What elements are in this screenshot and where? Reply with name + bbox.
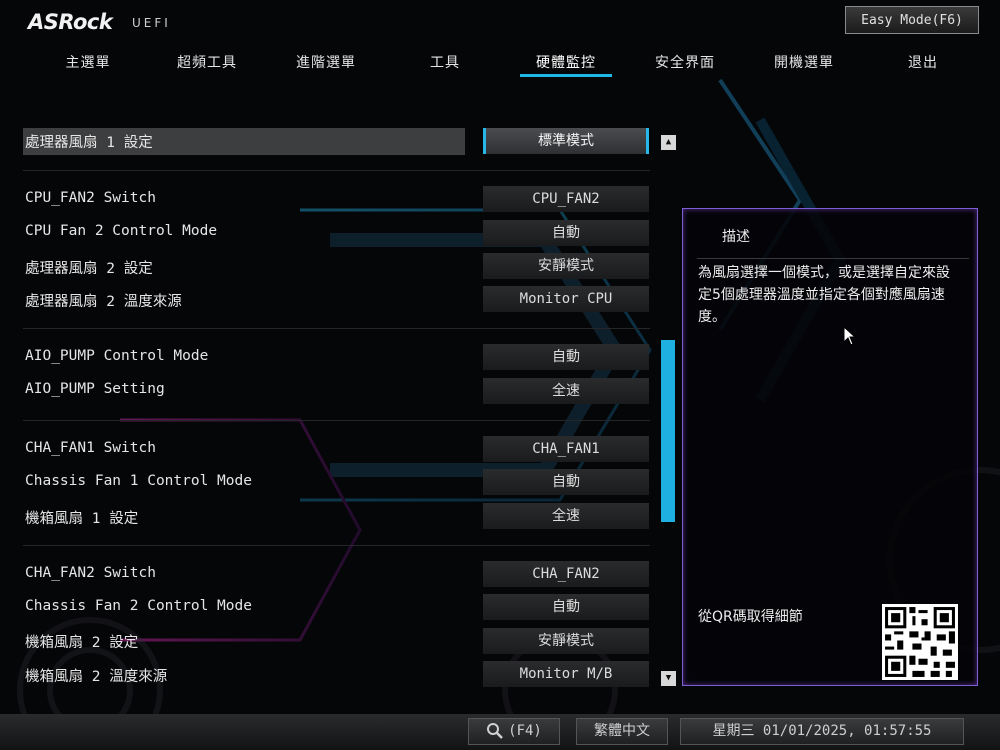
language-button[interactable]: 繁體中文 [576,718,668,745]
tab-advanced[interactable]: 進階選單 [296,52,356,72]
setting-value[interactable]: 自動 [483,220,649,246]
setting-label[interactable]: 機箱風扇 2 設定 [25,631,138,652]
setting-value-selected[interactable]: 標準模式 [483,128,649,154]
setting-value[interactable]: 安靜模式 [483,253,649,279]
setting-label[interactable]: CHA_FAN1 Switch [25,440,156,456]
setting-label[interactable]: 處理器風扇 1 設定 [25,131,153,152]
qr-code-icon [882,604,958,680]
tab-boot[interactable]: 開機選單 [774,52,834,72]
setting-label[interactable]: 處理器風扇 2 設定 [25,257,153,278]
setting-value[interactable]: CHA_FAN1 [483,436,649,462]
setting-value[interactable]: 自動 [483,344,649,370]
search-icon [487,723,504,739]
easy-mode-button[interactable]: Easy Mode(F6) [845,6,979,34]
mouse-pointer-icon [843,326,857,346]
setting-label[interactable]: Chassis Fan 1 Control Mode [25,473,252,489]
setting-value[interactable]: Monitor M/B [483,661,649,687]
description-text: 為風扇選擇一個模式，或是選擇自定來設定5個處理器溫度並指定各個對應風扇速度。 [698,265,950,325]
datetime-display: 星期三 01/01/2025, 01:57:55 [680,718,964,745]
uefi-label: UEFI [132,16,171,30]
chevron-up-icon[interactable]: ▲ [661,135,676,150]
active-tab-indicator [520,74,612,77]
setting-label[interactable]: 機箱風扇 2 溫度來源 [25,665,167,686]
setting-value[interactable]: CPU_FAN2 [483,186,649,212]
setting-label[interactable]: CPU Fan 2 Control Mode [25,223,217,239]
setting-label[interactable]: 機箱風扇 1 設定 [25,507,138,528]
setting-value[interactable]: CHA_FAN2 [483,561,649,587]
divider [23,328,650,329]
setting-label[interactable]: CPU_FAN2 Switch [25,190,156,206]
setting-label[interactable]: CHA_FAN2 Switch [25,565,156,581]
setting-label[interactable]: AIO_PUMP Control Mode [25,348,208,364]
scrollbar-thumb[interactable] [661,340,675,522]
tab-oc-tweaker[interactable]: 超頻工具 [177,52,237,72]
setting-value[interactable]: 自動 [483,594,649,620]
search-button[interactable]: (F4) [468,718,560,745]
qr-label: 從QR碼取得細節 [698,609,803,625]
setting-label[interactable]: AIO_PUMP Setting [25,381,165,397]
chevron-down-icon[interactable]: ▼ [661,671,676,686]
search-shortcut: (F4) [508,723,542,739]
tab-tool[interactable]: 工具 [430,52,460,72]
divider [23,545,650,546]
setting-label[interactable]: Chassis Fan 2 Control Mode [25,598,252,614]
divider [23,170,650,171]
setting-value[interactable]: Monitor CPU [483,286,649,312]
setting-value[interactable]: 全速 [483,503,649,529]
setting-value[interactable]: 安靜模式 [483,628,649,654]
tab-hw-monitor[interactable]: 硬體監控 [536,52,596,72]
divider [23,420,650,421]
setting-value[interactable]: 全速 [483,378,649,404]
tab-exit[interactable]: 退出 [908,52,938,72]
tab-security[interactable]: 安全界面 [655,52,715,72]
setting-value[interactable]: 自動 [483,469,649,495]
divider [697,258,969,259]
tab-main[interactable]: 主選單 [66,52,111,72]
setting-label[interactable]: 處理器風扇 2 溫度來源 [25,290,182,311]
description-title: 描述 [722,229,750,245]
asrock-logo: ASRock [28,10,113,34]
